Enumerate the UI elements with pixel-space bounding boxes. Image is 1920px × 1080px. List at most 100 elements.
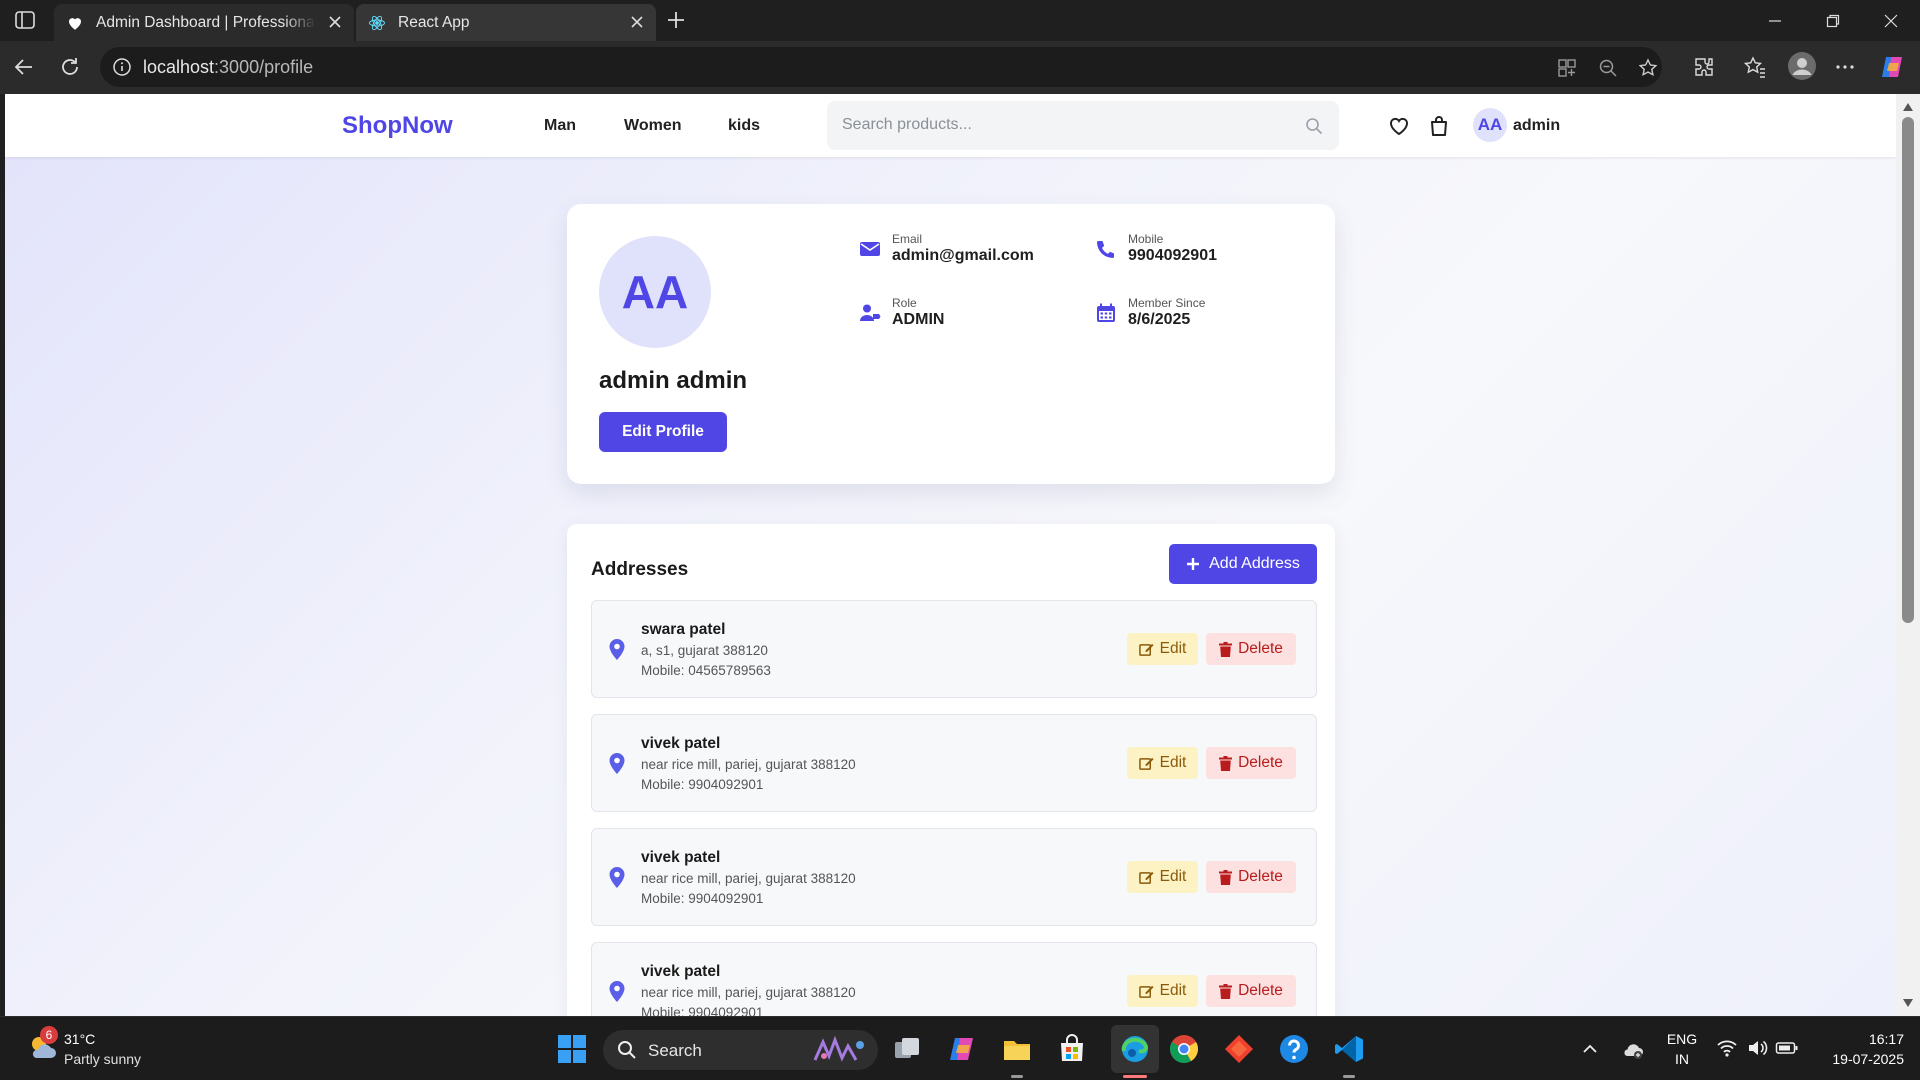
wishlist-heart-icon[interactable] — [1387, 114, 1411, 138]
address-item: vivek patel near rice mill, pariej, guja… — [591, 828, 1317, 926]
taskbar-search-label: Search — [648, 1041, 702, 1060]
restore-button[interactable] — [1804, 0, 1862, 41]
edit-icon — [1138, 757, 1154, 770]
address-line: near rice mill, pariej, gujarat 388120 — [641, 757, 856, 772]
clock-date[interactable]: 19-07-2025 — [1810, 1051, 1904, 1067]
site-info-icon[interactable] — [112, 57, 132, 77]
trash-icon — [1219, 983, 1233, 999]
site-logo[interactable]: ShopNow — [342, 112, 453, 140]
url-path: :3000/profile — [214, 57, 314, 77]
reload-icon[interactable] — [58, 55, 82, 79]
profile-full-name: admin admin — [599, 367, 748, 394]
taskbar-search[interactable]: Search — [603, 1030, 878, 1070]
vscode-icon[interactable] — [1333, 1033, 1365, 1065]
site-header: ShopNow Man Women kids Search products..… — [5, 94, 1896, 157]
search-icon[interactable] — [1305, 117, 1323, 135]
close-window-button[interactable] — [1862, 0, 1920, 41]
scroll-down-arrow-icon[interactable] — [1902, 998, 1914, 1008]
onedrive-cloud-icon[interactable] — [1621, 1037, 1645, 1061]
avatar[interactable]: AA — [1473, 108, 1507, 142]
edit-address-button[interactable]: Edit — [1127, 861, 1198, 893]
weather-badge: 6 — [40, 1026, 58, 1044]
calendar-icon — [1097, 303, 1115, 322]
start-windows-icon[interactable] — [556, 1033, 588, 1065]
delete-label: Delete — [1238, 640, 1283, 657]
help-icon[interactable] — [1278, 1033, 1310, 1065]
task-view-icon[interactable] — [891, 1033, 923, 1065]
tab-react-app[interactable]: React App — [356, 4, 656, 41]
git-diamond-icon[interactable] — [1223, 1033, 1255, 1065]
favorites-icon[interactable] — [1743, 55, 1767, 79]
back-icon[interactable] — [12, 55, 36, 79]
microsoft-store-icon[interactable] — [1056, 1033, 1088, 1065]
delete-address-button[interactable]: Delete — [1206, 975, 1296, 1007]
edit-label: Edit — [1159, 754, 1187, 771]
delete-label: Delete — [1238, 868, 1283, 885]
profile-avatar-icon[interactable] — [1787, 51, 1817, 81]
search-icon — [618, 1041, 636, 1059]
delete-address-button[interactable]: Delete — [1206, 633, 1296, 665]
edit-address-button[interactable]: Edit — [1127, 633, 1198, 665]
edge-browser-icon[interactable] — [1119, 1033, 1151, 1065]
file-explorer-icon[interactable] — [1001, 1033, 1033, 1065]
wifi-icon[interactable] — [1716, 1037, 1738, 1059]
new-tab-icon[interactable] — [665, 9, 687, 31]
add-address-button[interactable]: Add Address — [1169, 544, 1317, 584]
zoom-out-icon[interactable] — [1598, 58, 1618, 78]
edit-label: Edit — [1159, 868, 1187, 885]
region-indicator[interactable]: IN — [1664, 1051, 1700, 1067]
url-text[interactable]: localhost:3000/profile — [143, 57, 313, 78]
trash-icon — [1219, 641, 1233, 657]
weather-description[interactable]: Partly sunny — [64, 1051, 141, 1067]
copilot-app-icon[interactable] — [946, 1033, 978, 1065]
address-item: vivek patel near rice mill, pariej, guja… — [591, 714, 1317, 812]
edit-label: Edit — [1159, 640, 1187, 657]
address-bar[interactable]: localhost:3000/profile — [100, 47, 1662, 87]
weather-temperature[interactable]: 31°C — [64, 1031, 95, 1047]
info-role: Role ADMIN — [859, 296, 1079, 336]
shopping-bag-icon[interactable] — [1427, 114, 1451, 138]
chevron-up-icon[interactable] — [1582, 1041, 1598, 1057]
volume-icon[interactable] — [1746, 1037, 1768, 1059]
address-mobile: Mobile: 04565789563 — [641, 663, 771, 678]
address-line: near rice mill, pariej, gujarat 388120 — [641, 871, 856, 886]
search-input[interactable]: Search products... — [827, 101, 1339, 150]
map-pin-icon — [609, 981, 625, 1002]
delete-address-button[interactable]: Delete — [1206, 861, 1296, 893]
tab-actions-icon[interactable] — [14, 10, 36, 30]
scroll-up-arrow-icon[interactable] — [1902, 102, 1914, 112]
info-member-since: Member Since 8/6/2025 — [1095, 296, 1315, 336]
nav-link-women[interactable]: Women — [624, 117, 681, 135]
battery-icon[interactable] — [1775, 1038, 1799, 1058]
address-name: vivek patel — [641, 735, 721, 752]
nav-link-man[interactable]: Man — [544, 117, 576, 135]
clock-time[interactable]: 16:17 — [1860, 1031, 1904, 1047]
edit-address-button[interactable]: Edit — [1127, 747, 1198, 779]
close-tab-icon[interactable] — [628, 13, 646, 31]
chrome-icon[interactable] — [1168, 1033, 1200, 1065]
close-tab-icon[interactable] — [326, 13, 344, 31]
mobile-label: Mobile — [1128, 232, 1164, 246]
extensions-icon[interactable] — [1692, 55, 1716, 79]
minimize-button[interactable] — [1746, 0, 1804, 41]
address-item: swara patel a, s1, gujarat 388120 Mobile… — [591, 600, 1317, 698]
favorite-star-icon[interactable] — [1638, 58, 1658, 78]
copilot-icon[interactable] — [1878, 53, 1906, 81]
tab-admin-dashboard[interactable]: Admin Dashboard | Professional M — [54, 4, 354, 41]
language-indicator[interactable]: ENG — [1664, 1031, 1700, 1047]
user-tag-icon — [860, 304, 881, 321]
address-name: vivek patel — [641, 963, 721, 980]
page-scrollbar[interactable] — [1896, 94, 1920, 1016]
app-available-icon[interactable] — [1557, 58, 1577, 78]
tab-title: Admin Dashboard | Professional M — [96, 13, 316, 31]
edit-address-button[interactable]: Edit — [1127, 975, 1198, 1007]
header-user-name[interactable]: admin — [1513, 117, 1560, 135]
edit-profile-button[interactable]: Edit Profile — [599, 412, 727, 452]
more-options-icon[interactable] — [1833, 55, 1857, 79]
envelope-icon — [860, 242, 880, 256]
delete-label: Delete — [1238, 754, 1283, 771]
delete-address-button[interactable]: Delete — [1206, 747, 1296, 779]
scrollbar-thumb[interactable] — [1902, 117, 1914, 623]
nav-link-kids[interactable]: kids — [728, 117, 760, 135]
delete-label: Delete — [1238, 982, 1283, 999]
